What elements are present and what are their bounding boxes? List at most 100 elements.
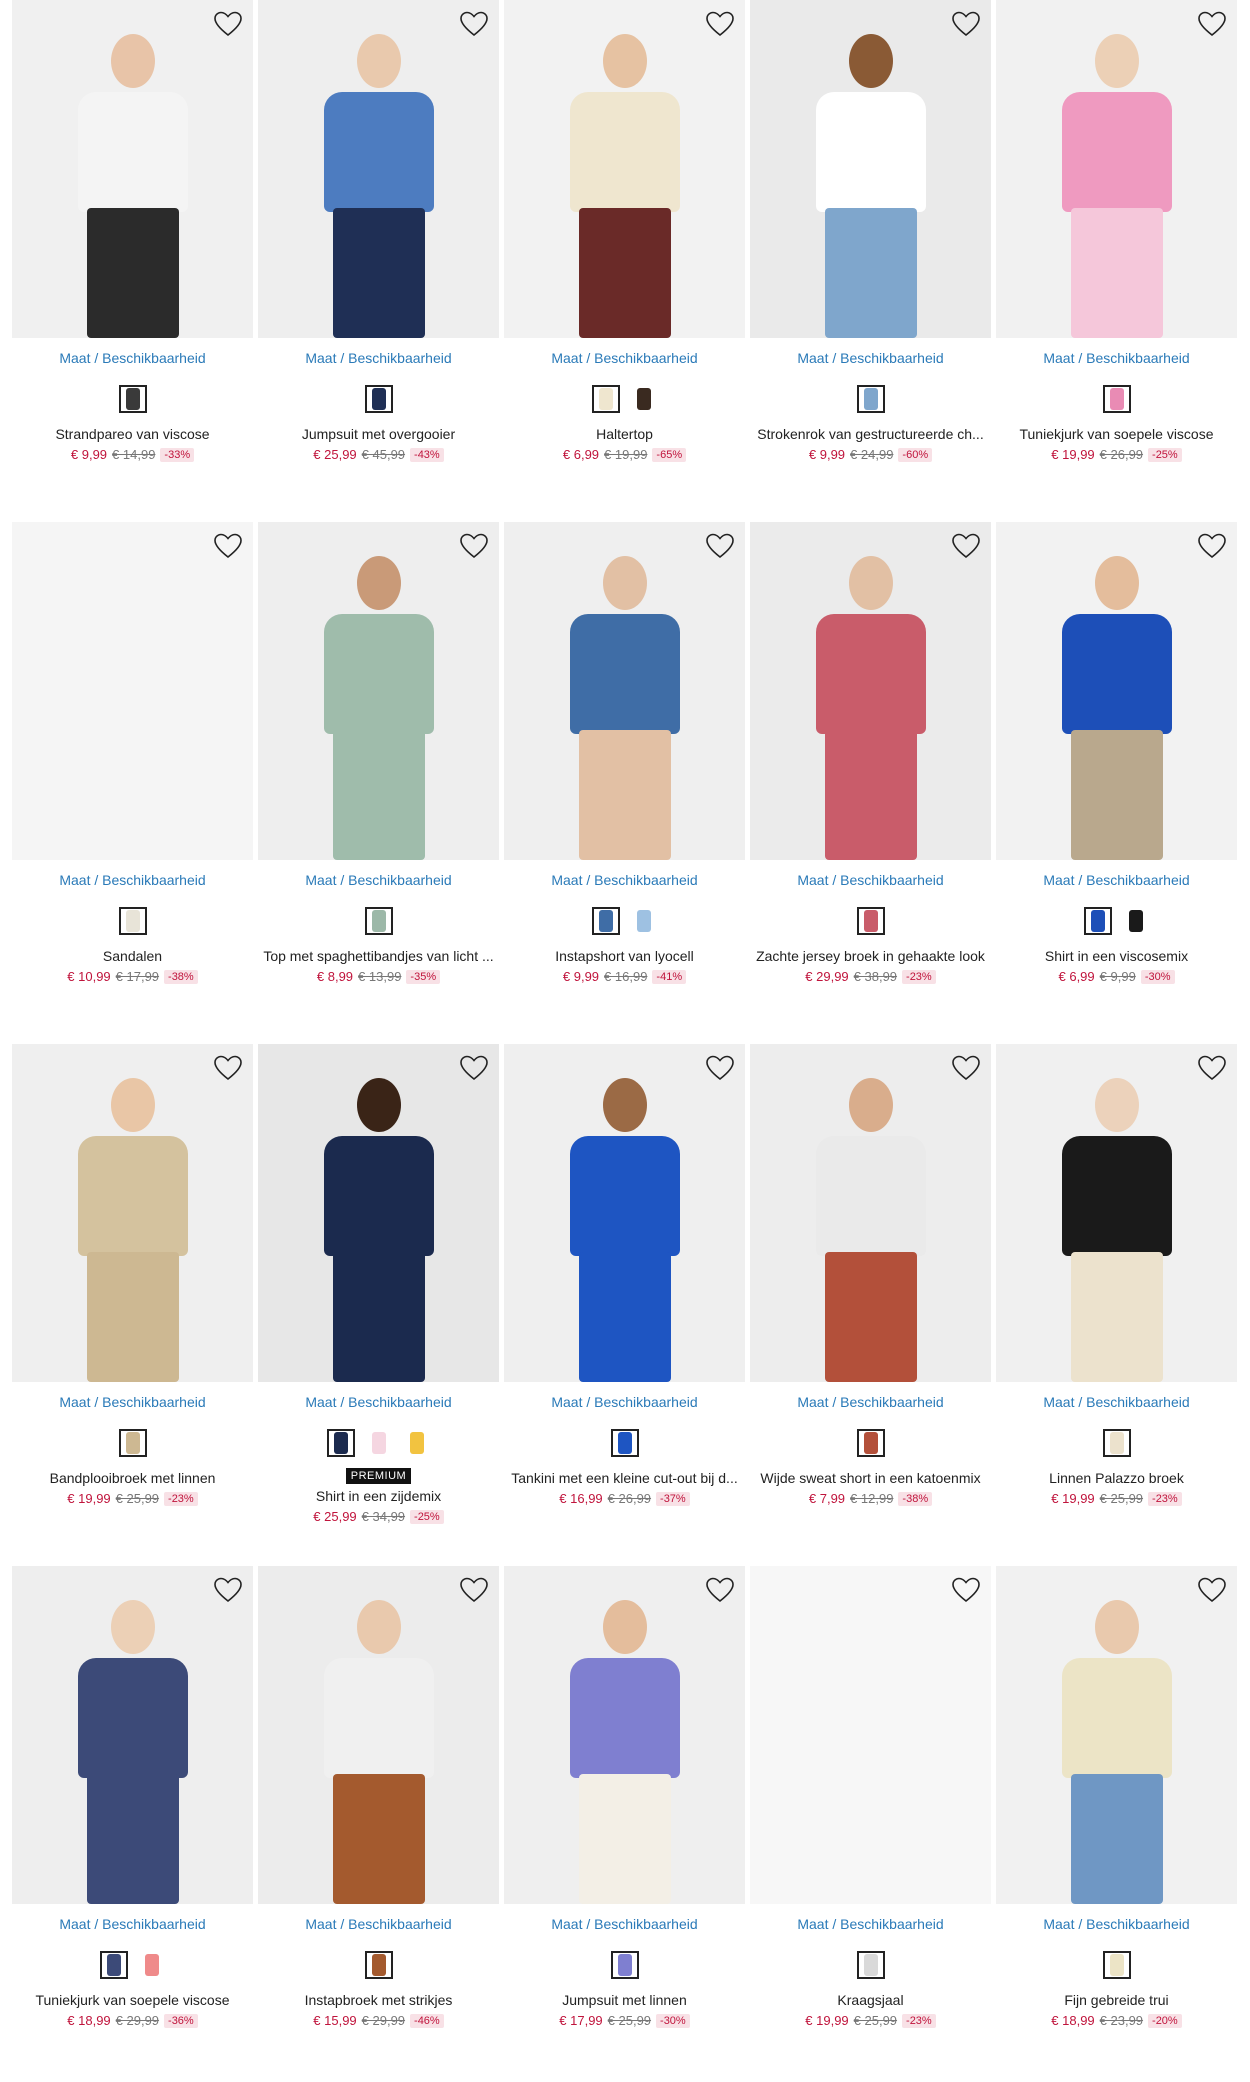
product-card[interactable]: Maat / Beschikbaarheid Strokenrok van ges…: [750, 0, 991, 462]
product-card[interactable]: Maat / Beschikbaarheid Haltertop € 6,99 € 1…: [504, 0, 745, 462]
wishlist-heart-icon[interactable]: [951, 532, 981, 560]
size-availability-link[interactable]: Maat / Beschikbaarheid: [996, 1916, 1237, 1934]
product-image[interactable]: [258, 522, 499, 860]
color-swatch[interactable]: [364, 1951, 393, 1979]
product-image[interactable]: [750, 522, 991, 860]
product-name[interactable]: Shirt in een zijdemix: [258, 1488, 499, 1504]
product-image[interactable]: [12, 1566, 253, 1904]
size-availability-link[interactable]: Maat / Beschikbaarheid: [258, 350, 499, 368]
product-name[interactable]: Wijde sweat short in een katoenmix: [750, 1470, 991, 1486]
product-card[interactable]: Maat / Beschikbaarheid Instapshort van ly…: [504, 522, 745, 984]
product-name[interactable]: Strokenrok van gestructureerde ch...: [750, 426, 991, 442]
size-availability-link[interactable]: Maat / Beschikbaarheid: [996, 350, 1237, 368]
product-image[interactable]: [12, 0, 253, 338]
size-availability-link[interactable]: Maat / Beschikbaarheid: [996, 1394, 1237, 1412]
product-name[interactable]: Jumpsuit met overgooier: [258, 426, 499, 442]
wishlist-heart-icon[interactable]: [459, 532, 489, 560]
wishlist-heart-icon[interactable]: [951, 10, 981, 38]
size-availability-link[interactable]: Maat / Beschikbaarheid: [750, 1394, 991, 1412]
color-swatch[interactable]: [1102, 1951, 1131, 1979]
wishlist-heart-icon[interactable]: [705, 1576, 735, 1604]
color-swatch[interactable]: [99, 1951, 128, 1979]
size-availability-link[interactable]: Maat / Beschikbaarheid: [12, 872, 253, 890]
product-image[interactable]: [996, 1566, 1237, 1904]
product-name[interactable]: Tankini met een kleine cut-out bij d...: [504, 1470, 745, 1486]
wishlist-heart-icon[interactable]: [1197, 1054, 1227, 1082]
product-image[interactable]: [504, 1044, 745, 1382]
product-name[interactable]: Tuniekjurk van soepele viscose: [996, 426, 1237, 442]
product-name[interactable]: Linnen Palazzo broek: [996, 1470, 1237, 1486]
product-image[interactable]: [996, 1044, 1237, 1382]
color-swatch[interactable]: [591, 385, 620, 413]
size-availability-link[interactable]: Maat / Beschikbaarheid: [504, 1916, 745, 1934]
product-card[interactable]: Maat / Beschikbaarheid Jumpsuit met linne…: [504, 1566, 745, 2028]
size-availability-link[interactable]: Maat / Beschikbaarheid: [504, 872, 745, 890]
color-swatch[interactable]: [856, 907, 885, 935]
color-swatch[interactable]: [1102, 1429, 1131, 1457]
product-image[interactable]: [12, 522, 253, 860]
product-name[interactable]: Kraagsjaal: [750, 1992, 991, 2008]
product-name[interactable]: Tuniekjurk van soepele viscose: [12, 1992, 253, 2008]
size-availability-link[interactable]: Maat / Beschikbaarheid: [258, 1394, 499, 1412]
size-availability-link[interactable]: Maat / Beschikbaarheid: [504, 350, 745, 368]
product-card[interactable]: Maat / Beschikbaarheid Zachte jersey broe…: [750, 522, 991, 984]
product-card[interactable]: Maat / Beschikbaarheid Strandpareo van vi…: [12, 0, 253, 462]
product-card[interactable]: Maat / Beschikbaarheid Tuniekjurk van soe…: [996, 0, 1237, 462]
size-availability-link[interactable]: Maat / Beschikbaarheid: [750, 350, 991, 368]
product-image[interactable]: [504, 1566, 745, 1904]
product-image[interactable]: [750, 1044, 991, 1382]
wishlist-heart-icon[interactable]: [213, 1576, 243, 1604]
product-card[interactable]: Maat / Beschikbaarheid Jumpsuit met overg…: [258, 0, 499, 462]
product-card[interactable]: Maat / Beschikbaarheid Shirt in een visco…: [996, 522, 1237, 984]
color-swatch[interactable]: [610, 1951, 639, 1979]
product-name[interactable]: Instapbroek met strikjes: [258, 1992, 499, 2008]
color-swatch[interactable]: [364, 1429, 393, 1457]
size-availability-link[interactable]: Maat / Beschikbaarheid: [12, 1394, 253, 1412]
wishlist-heart-icon[interactable]: [459, 10, 489, 38]
color-swatch[interactable]: [629, 385, 658, 413]
wishlist-heart-icon[interactable]: [705, 1054, 735, 1082]
product-name[interactable]: Zachte jersey broek in gehaakte look: [750, 948, 991, 964]
color-swatch[interactable]: [364, 907, 393, 935]
size-availability-link[interactable]: Maat / Beschikbaarheid: [504, 1394, 745, 1412]
product-name[interactable]: Haltertop: [504, 426, 745, 442]
size-availability-link[interactable]: Maat / Beschikbaarheid: [12, 1916, 253, 1934]
product-image[interactable]: [750, 1566, 991, 1904]
wishlist-heart-icon[interactable]: [705, 532, 735, 560]
product-card[interactable]: Maat / Beschikbaarheid Bandplooibroek met…: [12, 1044, 253, 1506]
wishlist-heart-icon[interactable]: [213, 1054, 243, 1082]
color-swatch[interactable]: [610, 1429, 639, 1457]
size-availability-link[interactable]: Maat / Beschikbaarheid: [996, 872, 1237, 890]
product-name[interactable]: Fijn gebreide trui: [996, 1992, 1237, 2008]
wishlist-heart-icon[interactable]: [1197, 532, 1227, 560]
product-image[interactable]: [258, 1566, 499, 1904]
wishlist-heart-icon[interactable]: [213, 10, 243, 38]
product-image[interactable]: [258, 1044, 499, 1382]
color-swatch[interactable]: [856, 385, 885, 413]
size-availability-link[interactable]: Maat / Beschikbaarheid: [258, 1916, 499, 1934]
wishlist-heart-icon[interactable]: [459, 1054, 489, 1082]
wishlist-heart-icon[interactable]: [213, 532, 243, 560]
product-card[interactable]: Maat / Beschikbaarheid PREMIUM Shirt in ee…: [258, 1044, 499, 1524]
color-swatch[interactable]: [137, 1951, 166, 1979]
size-availability-link[interactable]: Maat / Beschikbaarheid: [12, 350, 253, 368]
product-name[interactable]: Jumpsuit met linnen: [504, 1992, 745, 2008]
color-swatch[interactable]: [118, 1429, 147, 1457]
product-card[interactable]: Maat / Beschikbaarheid Kraagsjaal € 19,99 €…: [750, 1566, 991, 2028]
color-swatch[interactable]: [402, 1429, 431, 1457]
product-image[interactable]: [504, 0, 745, 338]
product-name[interactable]: Sandalen: [12, 948, 253, 964]
wishlist-heart-icon[interactable]: [951, 1576, 981, 1604]
product-name[interactable]: Top met spaghettibandjes van licht ...: [258, 948, 499, 964]
product-card[interactable]: Maat / Beschikbaarheid Fijn gebreide trui…: [996, 1566, 1237, 2028]
product-name[interactable]: Bandplooibroek met linnen: [12, 1470, 253, 1486]
product-card[interactable]: Maat / Beschikbaarheid Wijde sweat short …: [750, 1044, 991, 1506]
wishlist-heart-icon[interactable]: [1197, 10, 1227, 38]
size-availability-link[interactable]: Maat / Beschikbaarheid: [258, 872, 499, 890]
color-swatch[interactable]: [591, 907, 620, 935]
color-swatch[interactable]: [364, 385, 393, 413]
product-image[interactable]: [12, 1044, 253, 1382]
product-image[interactable]: [258, 0, 499, 338]
wishlist-heart-icon[interactable]: [459, 1576, 489, 1604]
product-image[interactable]: [996, 0, 1237, 338]
